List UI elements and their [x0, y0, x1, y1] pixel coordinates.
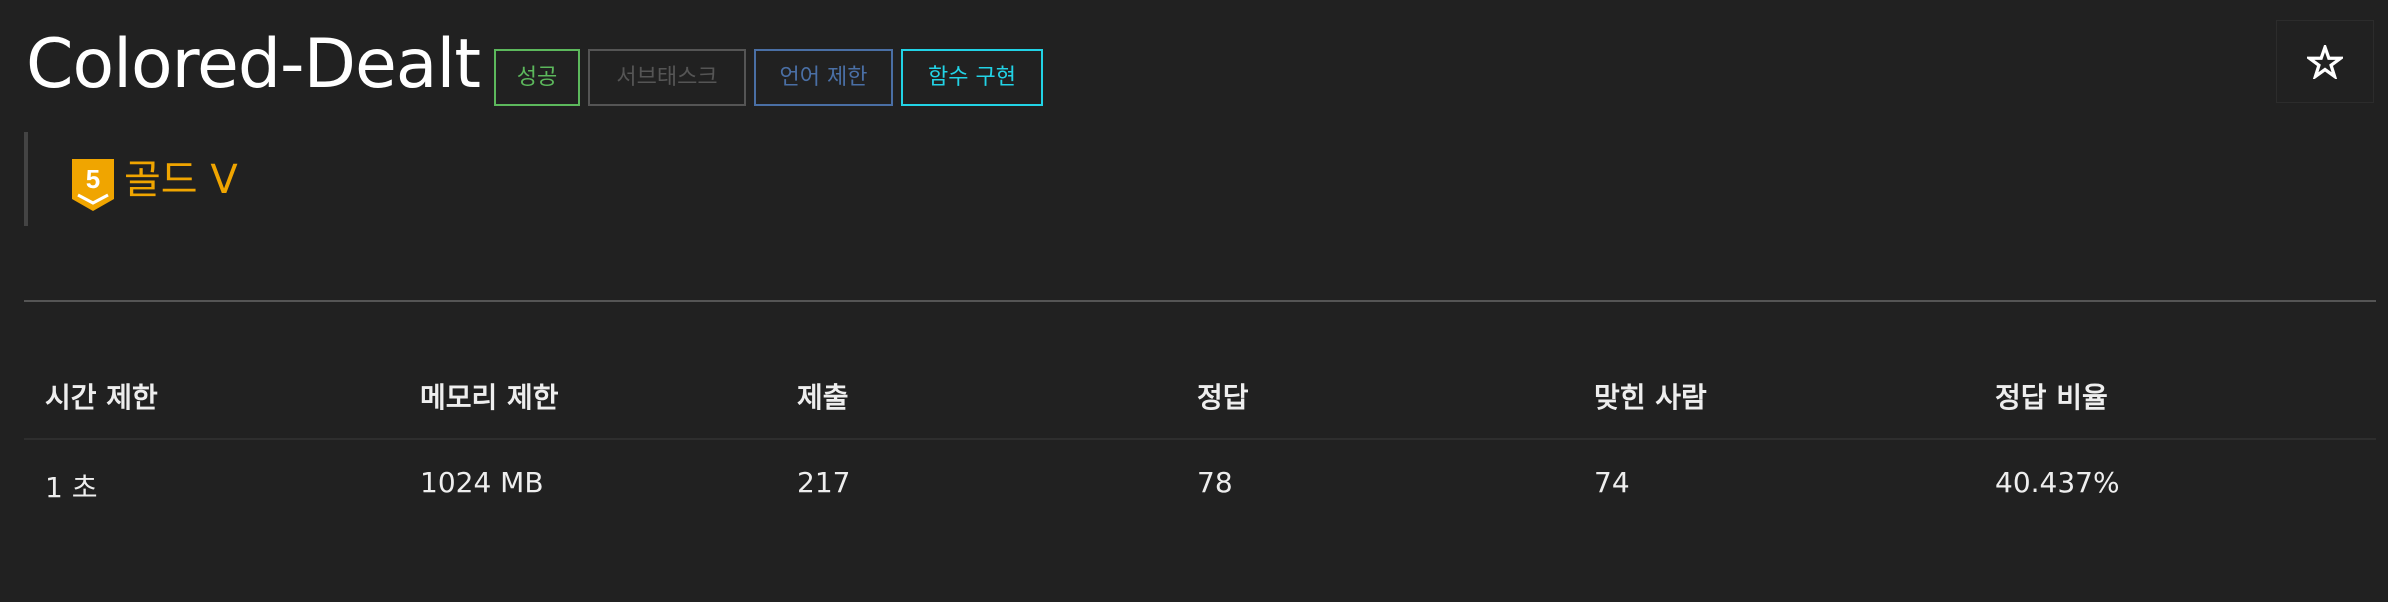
value-solved-users[interactable]: 74 [1594, 466, 1630, 499]
badge-function-implementation[interactable]: 함수 구현 [901, 49, 1043, 106]
tier-badge-icon: 5 [72, 159, 114, 211]
tier-block: 5 골드 V [24, 132, 238, 226]
value-submissions[interactable]: 217 [797, 466, 850, 499]
value-memory-limit: 1024 MB [420, 466, 544, 499]
badge-success[interactable]: 성공 [494, 49, 580, 106]
header-accept-ratio: 정답 비율 [1995, 381, 2108, 414]
value-time-limit: 1 초 [45, 471, 98, 504]
header-accepted: 정답 [1197, 381, 1249, 414]
header-time-limit: 시간 제한 [45, 381, 158, 414]
table-row-divider [24, 438, 2376, 440]
problem-title: Colored-Dealt [26, 25, 481, 104]
header-memory-limit: 메모리 제한 [420, 381, 559, 414]
value-accepted[interactable]: 78 [1197, 466, 1233, 499]
divider [24, 300, 2376, 302]
star-icon [2307, 44, 2343, 79]
tier-number: 5 [86, 164, 100, 194]
value-accept-ratio: 40.437% [1995, 466, 2120, 499]
header-solved-users: 맞힌 사람 [1594, 381, 1707, 414]
header-submissions: 제출 [797, 381, 849, 414]
badge-language-restriction[interactable]: 언어 제한 [754, 49, 893, 106]
badge-subtask[interactable]: 서브태스크 [588, 49, 746, 106]
tier-label[interactable]: 골드 V [124, 152, 238, 208]
favorite-button[interactable] [2276, 20, 2374, 103]
